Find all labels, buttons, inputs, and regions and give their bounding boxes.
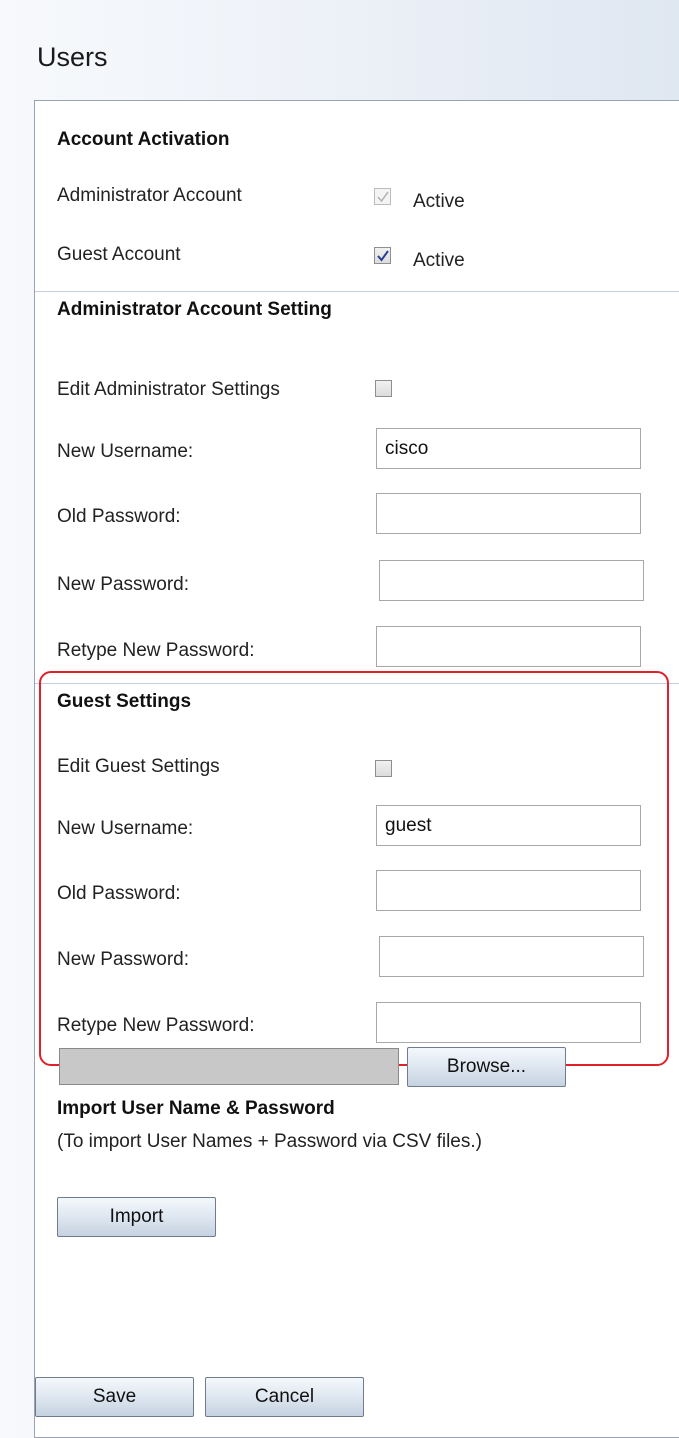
- guest-old-password-label: Old Password:: [57, 883, 181, 904]
- admin-retype-password-label: Retype New Password:: [57, 640, 255, 661]
- administrator-account-active-label: Active: [413, 191, 465, 212]
- import-file-path-field[interactable]: [59, 1048, 399, 1085]
- admin-old-password-label: Old Password:: [57, 506, 181, 527]
- guest-new-username-label: New Username:: [57, 818, 194, 839]
- admin-new-password-input[interactable]: [379, 560, 644, 601]
- guest-account-label: Guest Account: [57, 244, 181, 265]
- import-title: Import User Name & Password: [57, 1098, 335, 1119]
- check-icon: [377, 191, 389, 203]
- cancel-button[interactable]: Cancel: [205, 1377, 364, 1417]
- guest-new-password-label: New Password:: [57, 949, 189, 970]
- users-panel: Account Activation Administrator Account…: [34, 100, 679, 1438]
- guest-account-active-label: Active: [413, 250, 465, 271]
- guest-settings-title: Guest Settings: [57, 691, 192, 712]
- admin-new-password-label: New Password:: [57, 574, 189, 595]
- import-button[interactable]: Import: [57, 1197, 216, 1237]
- guest-retype-password-label: Retype New Password:: [57, 1015, 255, 1036]
- guest-account-active-checkbox[interactable]: [374, 247, 391, 264]
- save-button[interactable]: Save: [35, 1377, 194, 1417]
- section-divider: [35, 683, 679, 684]
- administrator-account-label: Administrator Account: [57, 185, 242, 206]
- guest-old-password-input[interactable]: [376, 870, 641, 911]
- account-activation-title: Account Activation: [57, 129, 230, 150]
- administrator-account-active-checkbox: [374, 188, 391, 205]
- import-note: (To import User Names + Password via CSV…: [57, 1131, 482, 1152]
- section-divider: [35, 291, 679, 292]
- admin-settings-title: Administrator Account Setting: [57, 299, 332, 320]
- admin-new-username-label: New Username:: [57, 441, 194, 462]
- browse-button[interactable]: Browse...: [407, 1047, 566, 1087]
- admin-retype-password-input[interactable]: [376, 626, 641, 667]
- admin-new-username-input[interactable]: [376, 428, 641, 469]
- page-title: Users: [37, 42, 108, 72]
- edit-admin-settings-checkbox[interactable]: [375, 380, 392, 397]
- admin-old-password-input[interactable]: [376, 493, 641, 534]
- check-icon: [377, 250, 389, 262]
- guest-new-username-input[interactable]: [376, 805, 641, 846]
- edit-guest-settings-label: Edit Guest Settings: [57, 756, 220, 777]
- guest-retype-password-input[interactable]: [376, 1002, 641, 1043]
- edit-admin-settings-label: Edit Administrator Settings: [57, 379, 280, 400]
- guest-new-password-input[interactable]: [379, 936, 644, 977]
- edit-guest-settings-checkbox[interactable]: [375, 760, 392, 777]
